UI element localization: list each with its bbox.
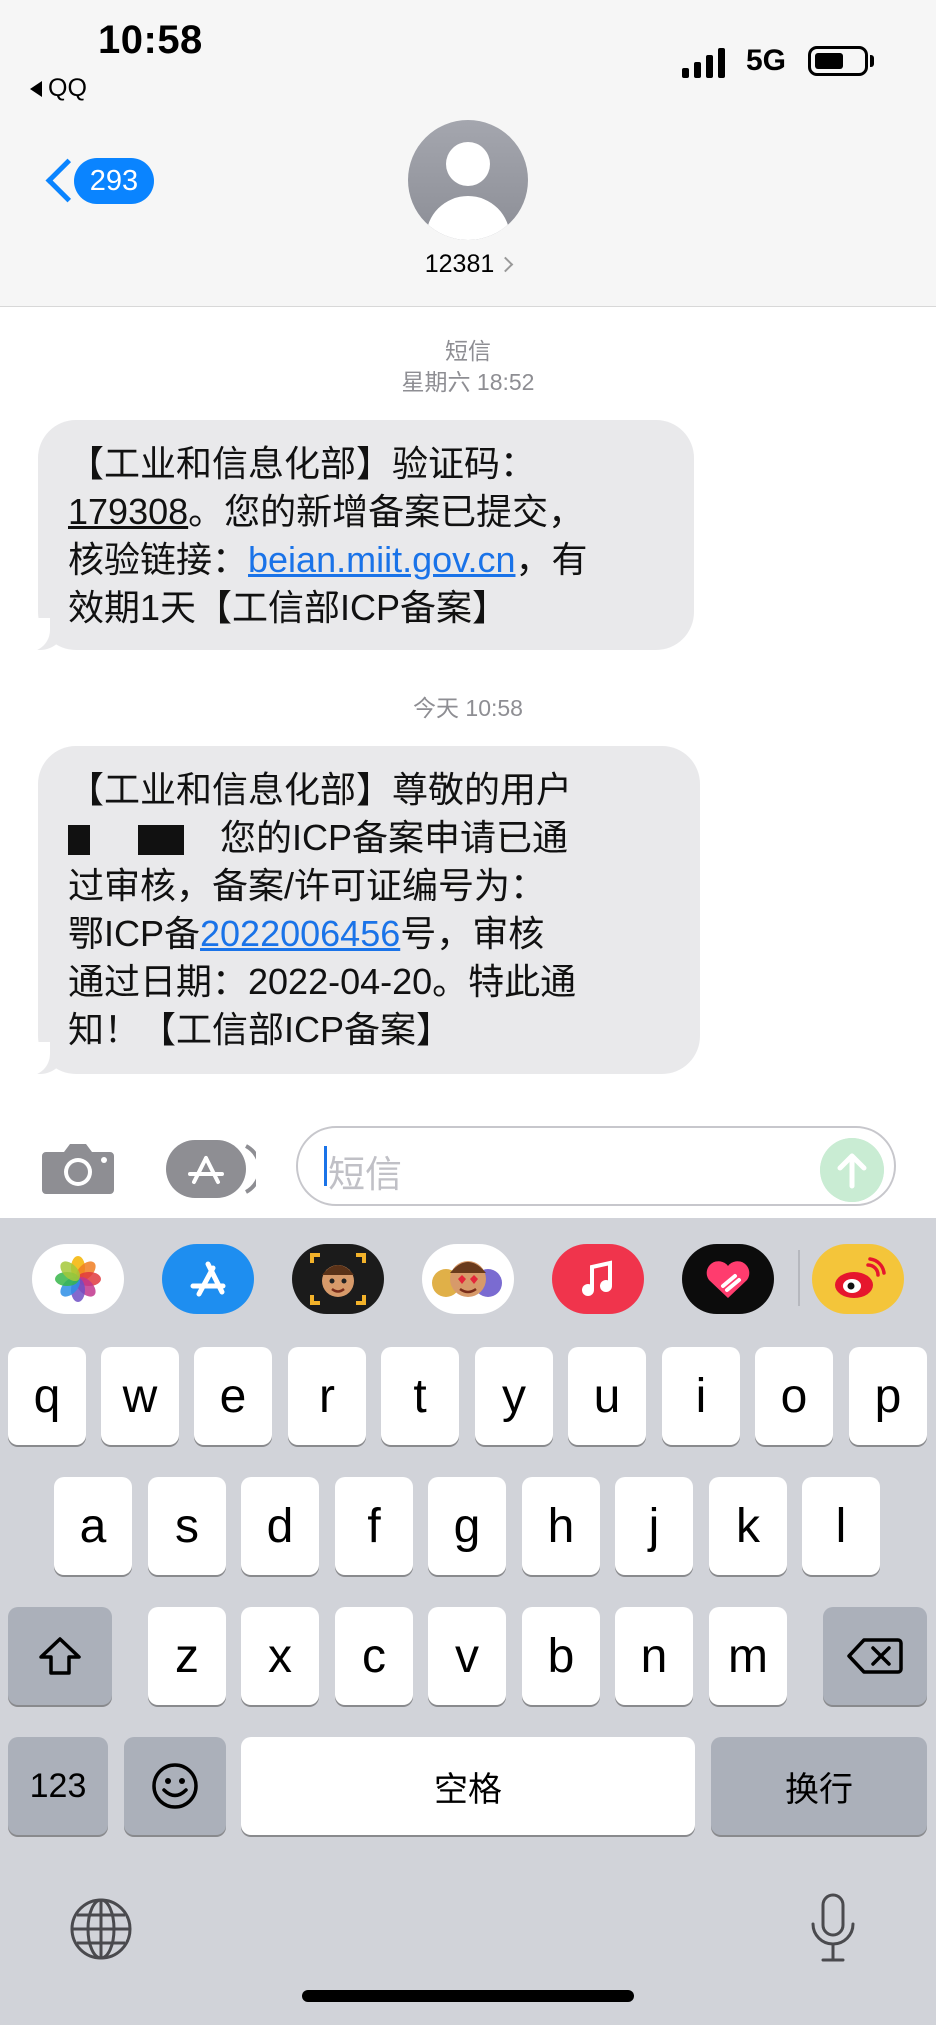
numbers-key[interactable]: 123 (8, 1737, 108, 1835)
app-strip-divider (798, 1250, 800, 1306)
text-cursor (324, 1146, 327, 1186)
message-bubble[interactable]: 【工业和信息化部】尊敬的用户 您的ICP备案申请已通 过审核，备案/许可证编号为… (16, 746, 700, 1076)
photos-icon[interactable] (32, 1244, 124, 1314)
key-t[interactable]: t (381, 1347, 459, 1445)
key-h[interactable]: h (522, 1477, 600, 1575)
key-a[interactable]: a (54, 1477, 132, 1575)
key-e[interactable]: e (194, 1347, 272, 1445)
key-m[interactable]: m (709, 1607, 787, 1705)
key-o[interactable]: o (755, 1347, 833, 1445)
key-g[interactable]: g (428, 1477, 506, 1575)
globe-icon[interactable] (68, 1896, 134, 1962)
message-type-label: 短信 (445, 338, 491, 364)
message-line: 知！【工信部ICP备案】 (68, 1009, 453, 1050)
microphone-icon[interactable] (808, 1892, 858, 1966)
key-d[interactable]: d (241, 1477, 319, 1575)
unread-count-badge[interactable]: 293 (74, 158, 154, 204)
key-v[interactable]: v (428, 1607, 506, 1705)
delete-key[interactable] (823, 1607, 927, 1705)
key-x[interactable]: x (241, 1607, 319, 1705)
memoji-icon[interactable] (292, 1244, 384, 1314)
message-line: 您的ICP备案申请已通 (68, 814, 672, 862)
contact-name[interactable]: 12381 (0, 250, 936, 279)
chevron-right-icon (497, 256, 514, 273)
back-to-app-link[interactable]: QQ (30, 74, 87, 103)
key-r[interactable]: r (288, 1347, 366, 1445)
animoji-icon[interactable] (422, 1244, 514, 1314)
shift-arrow-icon (39, 1637, 81, 1675)
contact-number[interactable]: 12381 (425, 250, 495, 279)
key-l[interactable]: l (802, 1477, 880, 1575)
back-triangle-icon (30, 80, 42, 97)
key-c[interactable]: c (335, 1607, 413, 1705)
message-line: 效期1天【工信部ICP备案】 (68, 587, 509, 628)
app-store-button[interactable] (166, 1140, 256, 1198)
key-w[interactable]: w (101, 1347, 179, 1445)
message-line: 核验链接：beian.miit.gov.cn，有 (68, 539, 588, 580)
key-n[interactable]: n (615, 1607, 693, 1705)
key-b[interactable]: b (522, 1607, 600, 1705)
key-s[interactable]: s (148, 1477, 226, 1575)
contact-avatar[interactable] (408, 120, 528, 240)
emoji-key[interactable] (124, 1737, 226, 1835)
app-store-icon[interactable] (162, 1244, 254, 1314)
key-i[interactable]: i (662, 1347, 740, 1445)
message-timestamp: 星期六 18:52 (401, 369, 535, 395)
return-key[interactable]: 换行 (711, 1737, 927, 1835)
verification-link[interactable]: beian.miit.gov.cn (248, 539, 515, 580)
key-u[interactable]: u (568, 1347, 646, 1445)
backspace-icon (847, 1638, 903, 1674)
battery-tip (870, 55, 874, 67)
music-icon[interactable] (552, 1244, 644, 1314)
battery-icon (808, 46, 868, 76)
message-timestamp: 今天 10:58 (413, 695, 523, 721)
message-line: 通过日期：2022-04-20。特此通 (68, 961, 577, 1002)
home-indicator[interactable] (302, 1990, 634, 2002)
redacted-username (68, 825, 90, 856)
key-z[interactable]: z (148, 1607, 226, 1705)
camera-icon[interactable] (40, 1138, 116, 1198)
key-y[interactable]: y (475, 1347, 553, 1445)
emoji-icon (152, 1763, 198, 1809)
message-line: 【工业和信息化部】验证码： (68, 443, 537, 484)
digital-touch-icon[interactable] (682, 1244, 774, 1314)
key-k[interactable]: k (709, 1477, 787, 1575)
message-text: 【工业和信息化部】尊敬的用户 您的ICP备案申请已通 过审核，备案/许可证编号为… (68, 766, 672, 1054)
weibo-icon[interactable] (812, 1244, 904, 1314)
message-line: 179308。您的新增备案已提交， (68, 491, 585, 532)
key-q[interactable]: q (8, 1347, 86, 1445)
message-bubble[interactable]: 【工业和信息化部】验证码： 179308。您的新增备案已提交， 核验链接：bei… (16, 420, 694, 652)
signal-strength-icon (682, 48, 725, 78)
license-number-link[interactable]: 2022006456 (200, 913, 400, 954)
message-line: 鄂ICP备2022006456号，审核 (68, 913, 545, 954)
message-text: 【工业和信息化部】验证码： 179308。您的新增备案已提交， 核验链接：bei… (68, 440, 666, 632)
redacted-username (138, 825, 184, 856)
message-line: 过审核，备案/许可证编号为： (68, 865, 547, 906)
back-app-label: QQ (48, 74, 87, 102)
send-button[interactable] (820, 1138, 884, 1202)
key-p[interactable]: p (849, 1347, 927, 1445)
network-type: 5G (746, 44, 787, 77)
verification-code[interactable]: 179308 (68, 491, 188, 532)
message-line: 【工业和信息化部】尊敬的用户 (68, 769, 573, 810)
key-f[interactable]: f (335, 1477, 413, 1575)
shift-key[interactable] (8, 1607, 112, 1705)
space-key[interactable]: 空格 (241, 1737, 695, 1835)
message-input-placeholder: 短信 (328, 1154, 402, 1195)
key-j[interactable]: j (615, 1477, 693, 1575)
status-time: 10:58 (98, 18, 203, 62)
